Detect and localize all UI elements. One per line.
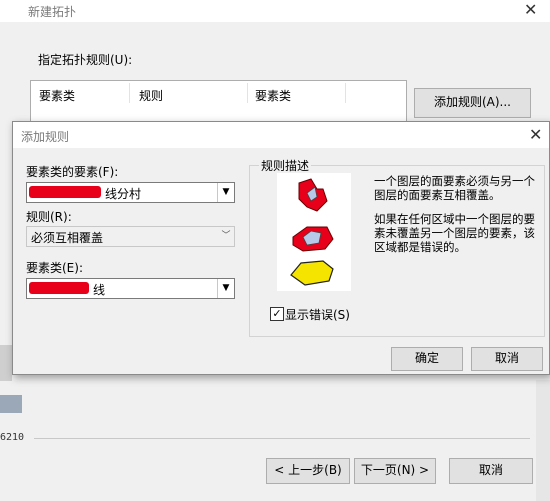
rule-description-text1: 一个图层的面要素必须与另一个图层的面要素互相覆盖。 (374, 174, 535, 202)
topology-rules-label: 指定拓扑规则(U): (38, 53, 133, 67)
dropdown-arrow-icon[interactable]: ▼ (217, 279, 234, 298)
column-header-featureclass2[interactable]: 要素类 (255, 87, 291, 104)
dropdown-arrow-icon[interactable]: ▼ (217, 183, 234, 202)
polygon-yellow-icon (290, 260, 334, 286)
rule-description-text2: 如果在任何区域中一个图层的要素未覆盖另一个图层的要素，该区域都是错误的。 (374, 212, 535, 254)
add-rule-button[interactable]: 添加规则(A)... (414, 88, 531, 118)
column-header-rule[interactable]: 规则 (139, 87, 163, 104)
feature-combo[interactable]: 线分村 ▼ (26, 182, 235, 203)
column-divider (345, 83, 346, 103)
rule-illustration-icon (277, 173, 351, 291)
featureclass-value: 线 (93, 283, 106, 297)
background-app-fragment (0, 345, 12, 381)
background-scrollbar (536, 380, 550, 501)
dialog-title: 添加规则 (21, 130, 70, 144)
bg-cancel-button[interactable]: 取消 (449, 458, 533, 484)
ok-button[interactable]: 确定 (391, 347, 463, 371)
column-divider (247, 83, 248, 103)
column-header-featureclass1[interactable]: 要素类 (39, 87, 75, 104)
rule-value: 必须互相覆盖 (31, 231, 104, 245)
rule-description-title: 规则描述 (259, 157, 312, 174)
back-button[interactable]: < 上一步(B) (266, 458, 350, 484)
divider (34, 438, 530, 439)
next-button[interactable]: 下一页(N) > (354, 458, 436, 484)
rule-label: 规则(R): (26, 210, 72, 224)
show-errors-label[interactable]: 显示错误(S) (285, 306, 350, 323)
feature-label: 要素类的要素(F): (26, 165, 119, 179)
featureclass-label: 要素类(E): (26, 261, 83, 275)
dialog-titlebar (13, 122, 549, 148)
redaction-mark (29, 186, 101, 198)
bg-titlebar (0, 0, 550, 22)
background-app-fragment (0, 395, 22, 413)
bg-close-icon[interactable]: ✕ (524, 0, 537, 19)
background-code-text: 6210 (0, 432, 25, 443)
chevron-down-icon[interactable]: ﹀ (218, 227, 234, 246)
redaction-mark (29, 282, 89, 294)
feature-value: 线分村 (105, 187, 142, 201)
column-divider (129, 83, 130, 103)
cancel-button[interactable]: 取消 (471, 347, 543, 371)
bg-window-title: 新建拓扑 (28, 5, 77, 19)
show-errors-checkbox[interactable]: ✓ (270, 307, 284, 321)
featureclass-combo[interactable]: 线 ▼ (26, 278, 235, 299)
close-icon[interactable]: ✕ (529, 125, 542, 144)
add-rule-dialog: 添加规则 ✕ 要素类的要素(F): 线分村 ▼ 规则(R): 必须互相覆盖 ﹀ … (12, 121, 550, 375)
rule-combo[interactable]: 必须互相覆盖 ﹀ (26, 226, 235, 247)
